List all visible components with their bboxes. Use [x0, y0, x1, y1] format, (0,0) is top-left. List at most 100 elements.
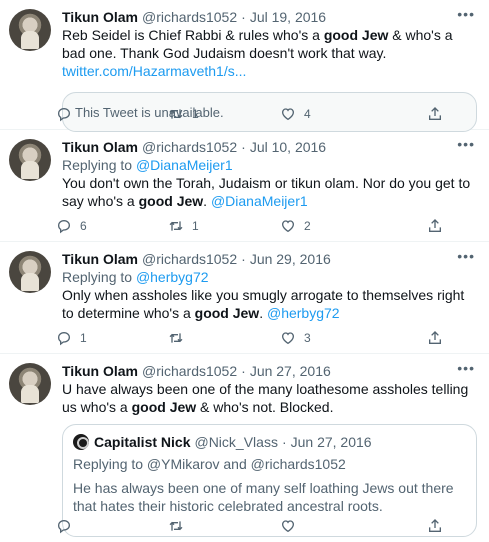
replying-to-link[interactable]: @DianaMeijer1: [136, 157, 233, 173]
like-button[interactable]: 4: [280, 106, 392, 122]
author-handle[interactable]: @richards1052: [142, 362, 237, 380]
retweet-icon: [168, 106, 184, 122]
separator-dot: ·: [241, 363, 246, 379]
like-button[interactable]: 2: [280, 218, 392, 234]
like-count: 4: [304, 107, 311, 121]
quoted-avatar: [73, 434, 89, 450]
highlighted-term: good Jew: [138, 193, 204, 209]
reply-icon: [56, 330, 72, 346]
retweet-icon: [168, 518, 184, 534]
retweet-button[interactable]: [168, 518, 280, 534]
reply-count: 6: [80, 219, 87, 233]
avatar[interactable]: [9, 363, 51, 405]
quoted-tweet-date: Jun 27, 2016: [290, 434, 372, 450]
retweet-button[interactable]: 1: [168, 106, 280, 122]
tweet-header: Tikun Olam @richards1052 · Jul 10, 2016: [62, 138, 477, 156]
like-count: 3: [304, 331, 311, 345]
like-button[interactable]: 3: [280, 330, 392, 346]
share-icon: [427, 330, 443, 346]
share-button[interactable]: [427, 106, 451, 122]
separator-dot: ·: [241, 139, 246, 155]
tweet-actions: 6 1 2: [56, 218, 479, 234]
tweet-date[interactable]: Jul 19, 2016: [250, 8, 326, 26]
reply-icon: [56, 106, 72, 122]
tweet-text: You don't own the Torah, Judaism or tiku…: [62, 174, 477, 210]
retweet-icon: [168, 330, 184, 346]
reply-button[interactable]: 1: [56, 330, 168, 346]
reply-button[interactable]: [56, 106, 168, 122]
separator-dot: ·: [241, 9, 246, 25]
share-icon: [427, 518, 443, 534]
tweet-date[interactable]: Jul 10, 2016: [250, 138, 326, 156]
reply-button[interactable]: 6: [56, 218, 168, 234]
tweet-header: Tikun Olam @richards1052 · Jun 29, 2016: [62, 250, 477, 268]
like-icon: [280, 218, 296, 234]
tweet-text-part: .: [203, 193, 211, 209]
highlighted-term: good Jew: [194, 305, 260, 321]
author-handle[interactable]: @richards1052: [142, 8, 237, 26]
mention-link[interactable]: @DianaMeijer1: [211, 193, 308, 209]
share-icon: [427, 218, 443, 234]
share-button[interactable]: [427, 518, 451, 534]
highlighted-term: good Jew: [131, 399, 197, 415]
author-name[interactable]: Tikun Olam: [62, 250, 138, 268]
highlighted-term: good Jew: [323, 27, 389, 43]
mention-link[interactable]: @herbyg72: [267, 305, 340, 321]
avatar[interactable]: [9, 9, 51, 51]
tweet-date[interactable]: Jun 29, 2016: [250, 250, 331, 268]
tweet-text-part: .: [259, 305, 267, 321]
like-count: 2: [304, 219, 311, 233]
author-handle[interactable]: @richards1052: [142, 250, 237, 268]
quoted-author-name: Capitalist Nick: [94, 434, 191, 450]
share-icon: [427, 106, 443, 122]
tweet-text-part: Reb Seidel is Chief Rabbi & rules who's …: [62, 27, 324, 43]
replying-to: Replying to @DianaMeijer1: [62, 156, 477, 174]
quoted-replying-to: Replying to @YMikarov and @richards1052: [73, 456, 346, 472]
tweet[interactable]: Tikun Olam @richards1052 · Jun 27, 2016 …: [0, 354, 489, 542]
tweet[interactable]: Tikun Olam @richards1052 · Jul 19, 2016 …: [0, 0, 489, 132]
author-name[interactable]: Tikun Olam: [62, 362, 138, 380]
separator-dot: ·: [281, 434, 287, 450]
retweet-count: 1: [192, 219, 199, 233]
reply-icon: [56, 518, 72, 534]
tweet-actions: 1 3: [56, 330, 479, 346]
reply-count: 1: [80, 331, 87, 345]
tweet-header: Tikun Olam @richards1052 · Jun 27, 2016: [62, 362, 477, 380]
tweet-date[interactable]: Jun 27, 2016: [250, 362, 331, 380]
tweet-text: Only when assholes like you smugly arrog…: [62, 286, 477, 322]
author-name[interactable]: Tikun Olam: [62, 138, 138, 156]
tweet-link[interactable]: twitter.com/Hazarmaveth1/s...: [62, 63, 246, 79]
tweet[interactable]: Tikun Olam @richards1052 · Jun 29, 2016 …: [0, 242, 489, 354]
tweet-actions: 1 4: [56, 106, 479, 122]
share-button[interactable]: [427, 330, 451, 346]
replying-label: Replying to: [62, 157, 136, 173]
like-icon: [280, 330, 296, 346]
tweet-text-part: & who's not. Blocked.: [196, 399, 334, 415]
separator-dot: ·: [241, 251, 246, 267]
retweet-icon: [168, 218, 184, 234]
avatar[interactable]: [9, 139, 51, 181]
more-icon[interactable]: •••: [457, 6, 475, 22]
author-handle[interactable]: @richards1052: [142, 138, 237, 156]
like-icon: [280, 106, 296, 122]
more-icon[interactable]: •••: [457, 136, 475, 152]
reply-icon: [56, 218, 72, 234]
retweet-button[interactable]: 1: [168, 218, 280, 234]
more-icon[interactable]: •••: [457, 248, 475, 264]
tweet[interactable]: Tikun Olam @richards1052 · Jul 10, 2016 …: [0, 130, 489, 242]
quoted-tweet-text: He has always been one of many self loat…: [73, 480, 454, 514]
tweet-text: U have always been one of the many loath…: [62, 380, 477, 416]
share-button[interactable]: [427, 218, 451, 234]
replying-to-link[interactable]: @herbyg72: [136, 269, 209, 285]
replying-to: Replying to @herbyg72: [62, 268, 477, 286]
retweet-button[interactable]: [168, 330, 280, 346]
quoted-tweet-header: Capitalist Nick @Nick_Vlass · Jun 27, 20…: [73, 433, 466, 451]
quoted-author-handle: @Nick_Vlass: [194, 434, 278, 450]
retweet-count: 1: [192, 107, 199, 121]
author-name[interactable]: Tikun Olam: [62, 8, 138, 26]
like-button[interactable]: [280, 518, 392, 534]
more-icon[interactable]: •••: [457, 360, 475, 376]
reply-button[interactable]: [56, 518, 168, 534]
avatar[interactable]: [9, 251, 51, 293]
tweet-header: Tikun Olam @richards1052 · Jul 19, 2016: [62, 8, 477, 26]
